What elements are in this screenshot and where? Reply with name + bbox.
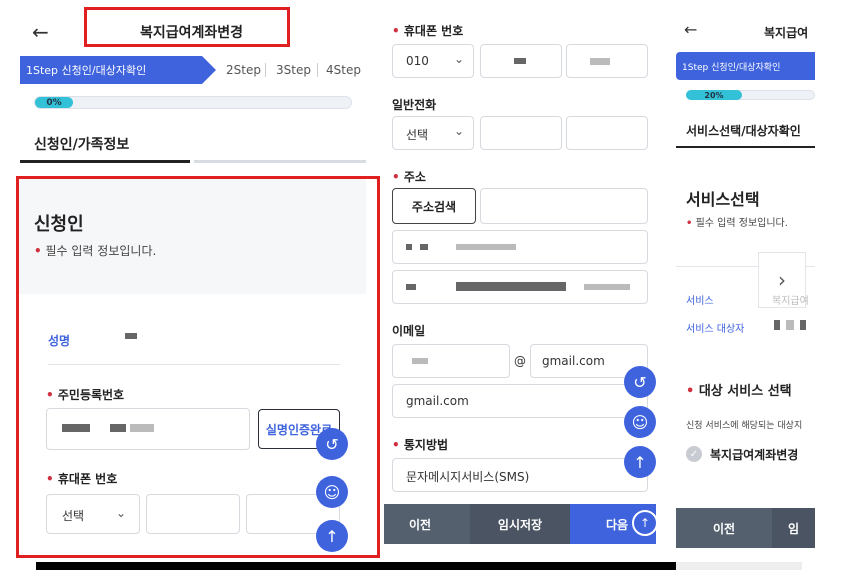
email-at-sign: @	[514, 354, 526, 368]
checked-circle-icon[interactable]: ✓	[686, 446, 702, 462]
section-title-service: 서비스선택	[686, 190, 760, 209]
mobile-label: • 휴대폰 번호	[392, 24, 464, 38]
chevron-down-icon: ⌄	[454, 52, 465, 66]
address-label-text: 주소	[403, 170, 426, 184]
email-domain-value: gmail.com	[542, 354, 605, 368]
scroll-top-icon[interactable]: ↑	[632, 510, 656, 536]
email-label: 이메일	[392, 324, 426, 338]
address-line-2-masked	[406, 284, 416, 290]
page-title: 복지급여	[764, 26, 809, 40]
service-label: 서비스	[686, 296, 714, 307]
step-1-active[interactable]: 1Step 신청인/대상자확인	[20, 56, 202, 84]
required-note-text: 필수 입력 정보입니다.	[695, 218, 788, 229]
section-highlight-box	[16, 176, 380, 558]
landline-prefix-value: 선택	[406, 128, 429, 142]
step-chevron-icon	[202, 56, 216, 84]
select-section-desc: 신청 서비스에 해당되는 대상지	[686, 421, 803, 431]
checked-service-item[interactable]: 복지급여계좌변경	[710, 446, 798, 463]
panel-contact-info: • 휴대폰 번호 010 ⌄ 일반전화 선택 ⌄ • 주소 주소검색 이메일 @…	[384, 0, 656, 544]
step-1-active[interactable]: 1Step 신청인/대상자확인	[676, 52, 815, 80]
prev-button[interactable]: 이전	[384, 504, 470, 544]
target-value-masked	[800, 320, 806, 330]
address-line-1-masked	[406, 244, 412, 250]
mobile-middle-masked	[514, 58, 526, 64]
landline-last-input[interactable]	[566, 116, 648, 150]
back-arrow-icon[interactable]: ←	[684, 20, 697, 39]
step-3[interactable]: 3Step	[276, 63, 311, 77]
postcode-input[interactable]	[480, 188, 648, 224]
mobile-last-masked	[590, 58, 610, 65]
address-search-button[interactable]: 주소검색	[392, 188, 476, 224]
address-line-2-masked	[456, 282, 566, 291]
bottom-action-bar: 이전 임시저장 다음	[384, 504, 656, 544]
tab-underline-active	[676, 146, 815, 148]
step-2[interactable]: 2Step	[226, 63, 261, 77]
temp-save-button[interactable]: 임	[772, 508, 815, 548]
target-value-masked	[786, 320, 794, 330]
address-line-1-input[interactable]	[392, 230, 648, 264]
address-line-2-masked	[584, 284, 630, 290]
history-icon[interactable]: ↺	[624, 366, 656, 398]
temp-save-button[interactable]: 임시저장	[470, 504, 570, 544]
step-4[interactable]: 4Step	[326, 63, 361, 77]
required-note: • 필수 입력 정보입니다.	[686, 218, 788, 229]
progress-fill: 0%	[35, 97, 73, 108]
progress-track	[34, 96, 352, 109]
step-divider	[265, 63, 266, 77]
chatbot-icon[interactable]: ☺	[624, 406, 656, 438]
email-id-masked	[412, 358, 428, 364]
prev-button[interactable]: 이전	[676, 508, 772, 548]
tab-underline-inactive	[194, 160, 366, 163]
landline-middle-input[interactable]	[480, 116, 562, 150]
step-divider	[317, 63, 318, 77]
mobile-label-text: 휴대폰 번호	[403, 24, 464, 38]
target-label: 서비스 대상자	[686, 324, 745, 335]
select-section-title-text: 대상 서비스 선택	[698, 384, 792, 399]
notify-select-value: 문자메시지서비스(SMS)	[406, 470, 530, 484]
address-label: • 주소	[392, 170, 426, 184]
mobile-prefix-value: 010	[406, 54, 429, 68]
back-arrow-icon[interactable]: ←	[32, 20, 49, 44]
target-value-masked	[774, 320, 780, 330]
notify-label: • 통지방법	[392, 438, 449, 452]
address-line-1-masked	[456, 244, 516, 250]
panel-service-select: ← 복지급여 1Step 신청인/대상자확인 20% 서비스선택/대상자확인 서…	[674, 0, 815, 562]
tab-applicant-family[interactable]: 신청인/가족정보	[34, 134, 129, 154]
scroll-top-icon[interactable]: ↑	[624, 446, 656, 478]
progress-fill: 20%	[686, 90, 742, 100]
email-domain-select-value: gmail.com	[406, 394, 469, 408]
bottom-gray-bar	[676, 562, 802, 570]
bottom-action-bar: 이전 임	[676, 508, 815, 548]
select-section-title: • 대상 서비스 선택	[686, 384, 792, 399]
tab-underline-active	[20, 160, 190, 163]
service-value: 복지급여	[772, 296, 809, 307]
title-highlight-box	[84, 7, 290, 47]
email-id-input[interactable]	[392, 344, 510, 378]
tab-service-select[interactable]: 서비스선택/대상자확인	[686, 122, 801, 139]
address-line-1-masked	[420, 244, 428, 250]
notify-label-text: 통지방법	[403, 438, 449, 452]
bottom-black-bar	[36, 562, 676, 570]
landline-label: 일반전화	[392, 98, 437, 112]
chevron-down-icon: ⌄	[454, 124, 465, 138]
